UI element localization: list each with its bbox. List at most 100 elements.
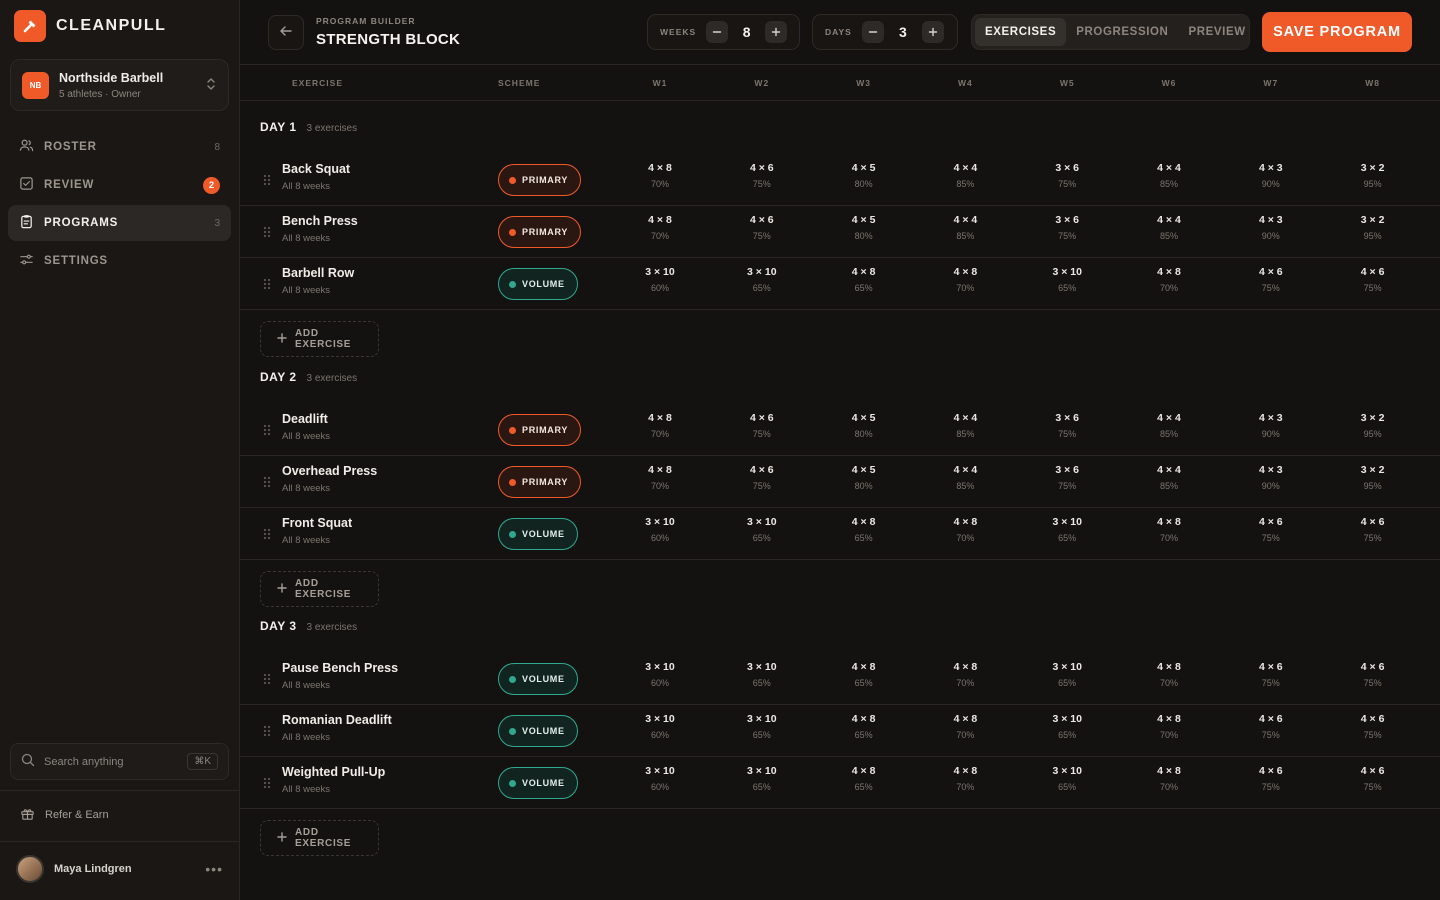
week-cell[interactable]: 3 × 10 65% <box>722 757 802 809</box>
scheme-badge[interactable]: VOLUME <box>498 663 578 695</box>
user-menu[interactable]: Maya Lindgren ••• <box>16 855 223 883</box>
week-cell[interactable]: 3 × 6 75% <box>1027 456 1107 508</box>
week-cell[interactable]: 4 × 3 90% <box>1231 206 1311 258</box>
week-cell[interactable]: 3 × 2 95% <box>1333 404 1413 456</box>
week-cell[interactable]: 3 × 6 75% <box>1027 404 1107 456</box>
week-cell[interactable]: 4 × 6 75% <box>1333 757 1413 809</box>
week-cell[interactable]: 3 × 10 60% <box>620 757 700 809</box>
week-cell[interactable]: 4 × 4 85% <box>1129 206 1209 258</box>
week-cell[interactable]: 3 × 10 65% <box>1027 653 1107 705</box>
week-cell[interactable]: 4 × 8 65% <box>824 258 904 310</box>
week-cell[interactable]: 4 × 6 75% <box>1231 705 1311 757</box>
week-cell[interactable]: 4 × 4 85% <box>1129 456 1209 508</box>
week-cell[interactable]: 4 × 4 85% <box>925 456 1005 508</box>
more-icon[interactable]: ••• <box>205 861 223 877</box>
week-cell[interactable]: 4 × 4 85% <box>1129 404 1209 456</box>
scheme-badge[interactable]: VOLUME <box>498 518 578 550</box>
week-cell[interactable]: 4 × 6 75% <box>722 206 802 258</box>
drag-handle-icon[interactable] <box>263 476 271 488</box>
week-cell[interactable]: 4 × 6 75% <box>1333 258 1413 310</box>
tab-progression[interactable]: PROGRESSION <box>1066 18 1178 46</box>
week-cell[interactable]: 3 × 10 60% <box>620 705 700 757</box>
week-cell[interactable]: 4 × 6 75% <box>722 456 802 508</box>
week-cell[interactable]: 4 × 4 85% <box>1129 154 1209 206</box>
week-cell[interactable]: 4 × 6 75% <box>1231 508 1311 560</box>
week-cell[interactable]: 3 × 10 60% <box>620 653 700 705</box>
weeks-increment-button[interactable] <box>765 21 787 43</box>
scheme-badge[interactable]: PRIMARY <box>498 164 582 196</box>
week-cell[interactable]: 4 × 8 70% <box>925 705 1005 757</box>
week-cell[interactable]: 4 × 8 70% <box>1129 508 1209 560</box>
drag-handle-icon[interactable] <box>263 278 271 290</box>
exercise-name[interactable]: Deadlift <box>282 412 328 426</box>
tab-exercises[interactable]: EXERCISES <box>975 18 1067 46</box>
search-input[interactable]: Search anything ⌘K <box>10 743 229 780</box>
week-cell[interactable]: 3 × 10 65% <box>1027 258 1107 310</box>
drag-handle-icon[interactable] <box>263 777 271 789</box>
sidebar-item-roster[interactable]: ROSTER 8 <box>8 129 231 165</box>
week-cell[interactable]: 3 × 2 95% <box>1333 456 1413 508</box>
week-cell[interactable]: 4 × 8 65% <box>824 757 904 809</box>
week-cell[interactable]: 4 × 8 70% <box>620 404 700 456</box>
sidebar-item-settings[interactable]: SETTINGS <box>8 243 231 279</box>
drag-handle-icon[interactable] <box>263 725 271 737</box>
week-cell[interactable]: 3 × 6 75% <box>1027 206 1107 258</box>
week-cell[interactable]: 4 × 5 80% <box>824 456 904 508</box>
drag-handle-icon[interactable] <box>263 424 271 436</box>
week-cell[interactable]: 3 × 10 65% <box>722 258 802 310</box>
week-cell[interactable]: 4 × 6 75% <box>1333 705 1413 757</box>
week-cell[interactable]: 4 × 6 75% <box>722 404 802 456</box>
weeks-decrement-button[interactable] <box>706 21 728 43</box>
brand[interactable]: CLEANPULL <box>0 0 239 52</box>
week-cell[interactable]: 3 × 10 65% <box>1027 705 1107 757</box>
week-cell[interactable]: 4 × 8 70% <box>1129 705 1209 757</box>
scheme-badge[interactable]: PRIMARY <box>498 216 582 248</box>
back-button[interactable] <box>268 15 304 50</box>
week-cell[interactable]: 4 × 8 70% <box>620 206 700 258</box>
drag-handle-icon[interactable] <box>263 673 271 685</box>
drag-handle-icon[interactable] <box>263 226 271 238</box>
add-exercise-button[interactable]: ADD EXERCISE <box>260 321 379 357</box>
week-cell[interactable]: 4 × 8 65% <box>824 705 904 757</box>
exercise-name[interactable]: Overhead Press <box>282 464 377 478</box>
week-cell[interactable]: 3 × 10 65% <box>722 653 802 705</box>
week-cell[interactable]: 4 × 8 70% <box>925 508 1005 560</box>
week-cell[interactable]: 4 × 5 80% <box>824 404 904 456</box>
week-cell[interactable]: 4 × 6 75% <box>1333 508 1413 560</box>
days-increment-button[interactable] <box>921 21 944 43</box>
sidebar-item-programs[interactable]: PROGRAMS 3 <box>8 205 231 241</box>
week-cell[interactable]: 4 × 8 70% <box>620 456 700 508</box>
refer-earn-link[interactable]: Refer & Earn <box>20 806 109 824</box>
exercise-name[interactable]: Pause Bench Press <box>282 661 398 675</box>
week-cell[interactable]: 3 × 2 95% <box>1333 154 1413 206</box>
week-cell[interactable]: 3 × 2 95% <box>1333 206 1413 258</box>
week-cell[interactable]: 4 × 8 70% <box>620 154 700 206</box>
week-cell[interactable]: 4 × 8 65% <box>824 508 904 560</box>
sidebar-item-review[interactable]: REVIEW 2 <box>8 167 231 203</box>
week-cell[interactable]: 3 × 10 65% <box>722 705 802 757</box>
week-cell[interactable]: 4 × 8 70% <box>1129 258 1209 310</box>
week-cell[interactable]: 4 × 6 75% <box>1231 757 1311 809</box>
week-cell[interactable]: 4 × 3 90% <box>1231 154 1311 206</box>
scheme-badge[interactable]: PRIMARY <box>498 466 582 498</box>
scheme-badge[interactable]: PRIMARY <box>498 414 582 446</box>
team-switcher[interactable]: NB Northside Barbell 5 athletes · Owner <box>10 59 229 111</box>
week-cell[interactable]: 3 × 10 60% <box>620 258 700 310</box>
save-program-button[interactable]: SAVE PROGRAM <box>1262 12 1412 52</box>
week-cell[interactable]: 4 × 4 85% <box>925 206 1005 258</box>
week-cell[interactable]: 4 × 6 75% <box>1231 258 1311 310</box>
add-exercise-button[interactable]: ADD EXERCISE <box>260 820 379 856</box>
tab-preview[interactable]: PREVIEW <box>1178 18 1255 46</box>
week-cell[interactable]: 4 × 4 85% <box>925 404 1005 456</box>
week-cell[interactable]: 4 × 6 75% <box>722 154 802 206</box>
week-cell[interactable]: 4 × 8 70% <box>925 258 1005 310</box>
week-cell[interactable]: 4 × 5 80% <box>824 154 904 206</box>
week-cell[interactable]: 4 × 6 75% <box>1231 653 1311 705</box>
week-cell[interactable]: 3 × 10 65% <box>1027 508 1107 560</box>
drag-handle-icon[interactable] <box>263 174 271 186</box>
exercise-name[interactable]: Romanian Deadlift <box>282 713 392 727</box>
days-decrement-button[interactable] <box>861 21 884 43</box>
week-cell[interactable]: 3 × 10 60% <box>620 508 700 560</box>
week-cell[interactable]: 3 × 6 75% <box>1027 154 1107 206</box>
week-cell[interactable]: 4 × 8 70% <box>925 653 1005 705</box>
